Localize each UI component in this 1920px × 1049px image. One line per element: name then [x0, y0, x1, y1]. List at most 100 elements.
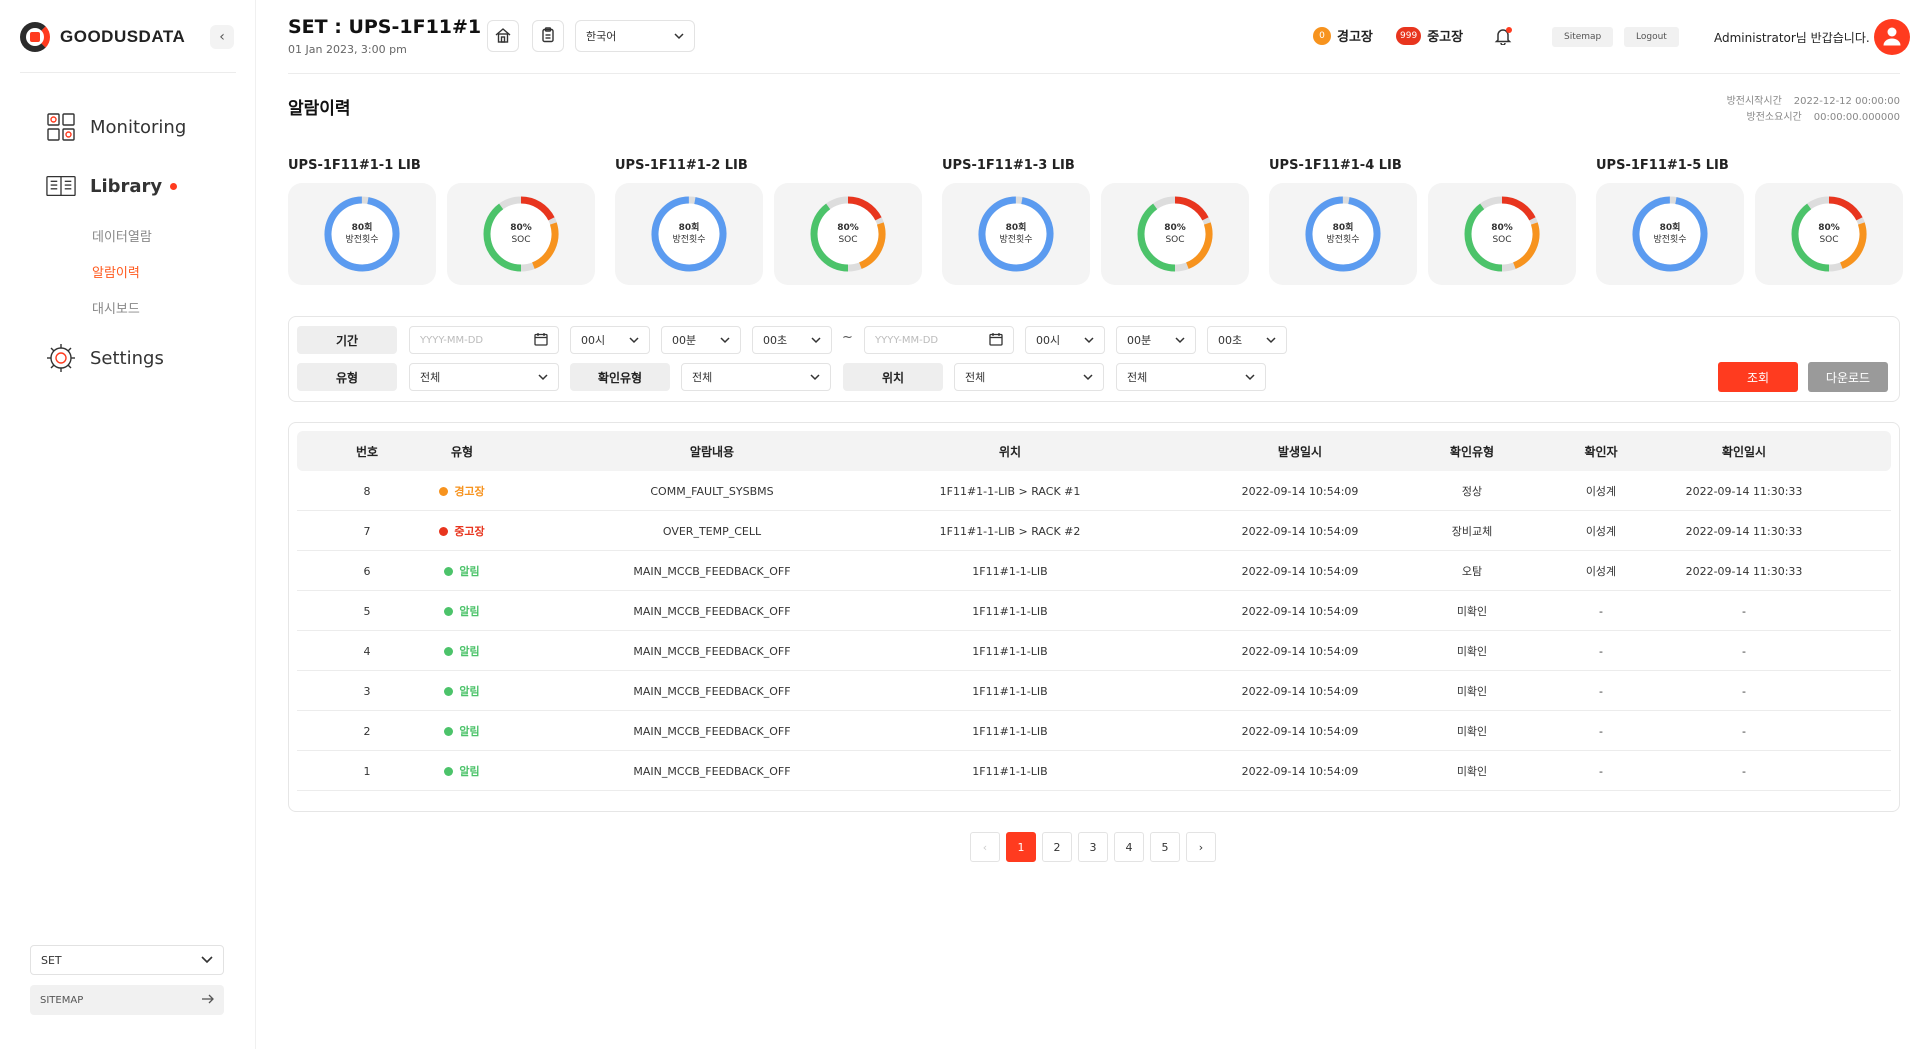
fault-badge[interactable]: 999 중고장	[1396, 26, 1463, 45]
cell-type: 알림	[342, 711, 582, 751]
sitemap-button[interactable]: Sitemap	[1552, 27, 1614, 47]
soc-card[interactable]: 80% SOC	[1101, 183, 1249, 285]
soc-card[interactable]: 80% SOC	[774, 183, 922, 285]
table-row[interactable]: 3 알림 MAIN_MCCB_FEEDBACK_OFF 1F11#1-1-LIB 202…	[297, 671, 1891, 711]
active-dot	[170, 182, 178, 190]
avatar[interactable]	[1874, 19, 1910, 55]
table-row[interactable]: 8 경고장 COMM_FAULT_SYSBMS 1F11#1-1-LIB > RACK…	[297, 471, 1891, 511]
sidebar-item-library[interactable]: Library	[46, 171, 178, 201]
discharge-count-card[interactable]: 80회 방전횟수	[1596, 183, 1744, 285]
location-label: 위치	[843, 363, 943, 391]
discharge-count-card[interactable]: 80회방전횟수	[942, 183, 1090, 285]
unit-title: UPS-1F11#1-5 LIB	[1596, 158, 1729, 173]
status-dot-icon	[444, 566, 454, 576]
end-second-select[interactable]: 00초	[1207, 326, 1287, 354]
location-select-1[interactable]: 전체	[954, 363, 1104, 391]
notification-button[interactable]	[1490, 24, 1516, 50]
column-header[interactable]: 유형	[362, 431, 562, 471]
soc-value: 80%	[510, 223, 532, 233]
column-header[interactable]: 위치	[910, 431, 1110, 471]
start-date-input[interactable]: YYYY-MM-DD	[409, 326, 559, 354]
sidebar-subitem-dashboard[interactable]: 대시보드	[92, 298, 140, 317]
download-button[interactable]: 다운로드	[1808, 362, 1888, 392]
page-button[interactable]: 5	[1150, 832, 1180, 862]
page-button[interactable]: 2	[1042, 832, 1072, 862]
end-hour-select[interactable]: 00시	[1025, 326, 1105, 354]
table-row[interactable]: 2 알림 MAIN_MCCB_FEEDBACK_OFF 1F11#1-1-LIB 202…	[297, 711, 1891, 751]
collapse-sidebar-button[interactable]: ‹	[210, 25, 234, 49]
soc-caption: SOC	[1165, 235, 1185, 245]
alarm-type-label: 알림	[459, 605, 480, 618]
clipboard-button[interactable]	[532, 20, 564, 52]
logout-button[interactable]: Logout	[1624, 27, 1679, 47]
alarm-type-label: 알림	[459, 565, 480, 578]
table-row[interactable]: 5 알림 MAIN_MCCB_FEEDBACK_OFF 1F11#1-1-LIB 202…	[297, 591, 1891, 631]
next-page-button[interactable]: ›	[1186, 832, 1216, 862]
logo[interactable]: GOODUSDATA	[20, 22, 185, 52]
type-select-value: 전체	[420, 371, 441, 384]
fault-count: 999	[1396, 26, 1422, 45]
start-minute-select[interactable]: 00분	[661, 326, 741, 354]
page-button[interactable]: 1	[1006, 832, 1036, 862]
soc-card[interactable]: 80% SOC	[1428, 183, 1576, 285]
discharge-count-caption: 방전횟수	[345, 235, 379, 245]
soc-label: 80% SOC	[1462, 222, 1542, 246]
sidebar-item-monitoring[interactable]: Monitoring	[46, 112, 186, 142]
discharge-count-card[interactable]: 80회 방전횟수	[1269, 183, 1417, 285]
sidebar-subitem-alarm-history[interactable]: 알람이력	[92, 262, 140, 281]
confirm-type-select[interactable]: 전체	[681, 363, 831, 391]
home-button[interactable]	[487, 20, 519, 52]
sidebar-item-label: Settings	[90, 347, 164, 369]
column-header[interactable]: 알람내용	[612, 431, 812, 471]
discharge-count-caption: 방전횟수	[999, 235, 1033, 245]
discharge-count-card[interactable]: 80회 방전횟수	[288, 183, 436, 285]
location-select-2[interactable]: 전체	[1116, 363, 1266, 391]
set-select[interactable]: SET	[30, 945, 224, 975]
cell-type: 알림	[342, 551, 582, 591]
confirm-type-label: 확인유형	[570, 363, 670, 391]
discharge-count-caption: 방전횟수	[1326, 235, 1360, 245]
sitemap-link[interactable]: SITEMAP	[30, 985, 224, 1015]
end-hour-value: 00시	[1036, 334, 1061, 347]
sidebar-item-settings[interactable]: Settings	[46, 343, 164, 373]
pagination: ‹ 1 2 3 4 5 ›	[970, 832, 1216, 862]
chevron-left-icon: ‹	[219, 29, 225, 45]
soc-label: 80% SOC	[1789, 222, 1869, 246]
table-row[interactable]: 7 중고장 OVER_TEMP_CELL 1F11#1-1-LIB > RACK #2…	[297, 511, 1891, 551]
cell-confirmed: 2022-09-14 11:30:33	[1685, 564, 1803, 578]
table-row[interactable]: 1 알림 MAIN_MCCB_FEEDBACK_OFF 1F11#1-1-LIB 202…	[297, 751, 1891, 791]
end-minute-select[interactable]: 00분	[1116, 326, 1196, 354]
header: SET : UPS-1F11#1 01 Jan 2023, 3:00 pm 한국…	[288, 0, 1910, 74]
table-row[interactable]: 4 알림 MAIN_MCCB_FEEDBACK_OFF 1F11#1-1-LIB 202…	[297, 631, 1891, 671]
user-greeting: Administrator님 반갑습니다.	[1714, 31, 1870, 45]
page-button[interactable]: 4	[1114, 832, 1144, 862]
library-icon	[46, 171, 76, 201]
location-select-1-value: 전체	[965, 371, 986, 384]
soc-caption: SOC	[838, 235, 858, 245]
soc-card[interactable]: 80% SOC	[447, 183, 595, 285]
type-select[interactable]: 전체	[409, 363, 559, 391]
start-second-value: 00초	[763, 334, 788, 347]
sidebar: GOODUSDATA ‹ Monitoring Library 데이터열람 알람…	[0, 0, 256, 1049]
soc-card[interactable]: 80% SOC	[1755, 183, 1903, 285]
discharge-time-info: 방전시작시간 2022-12-12 00:00:00 방전소요시간 00:00:00…	[1727, 94, 1900, 126]
warning-label: 경고장	[1337, 30, 1373, 45]
table-row[interactable]: 6 알림 MAIN_MCCB_FEEDBACK_OFF 1F11#1-1-LIB 202…	[297, 551, 1891, 591]
discharge-count-value: 80회	[1005, 223, 1027, 233]
sidebar-subitem-data-view[interactable]: 데이터열람	[92, 226, 152, 245]
cell-location: 1F11#1-1-LIB	[972, 764, 1048, 778]
start-hour-select[interactable]: 00시	[570, 326, 650, 354]
search-button[interactable]: 조회	[1718, 362, 1798, 392]
discharge-count-card[interactable]: 80회 방전횟수	[615, 183, 763, 285]
cell-confirmed: 2022-09-14 11:30:33	[1685, 524, 1803, 538]
warning-badge[interactable]: 0 경고장	[1313, 26, 1373, 45]
end-date-input[interactable]: YYYY-MM-DD	[864, 326, 1014, 354]
prev-page-button[interactable]: ‹	[970, 832, 1000, 862]
page-button[interactable]: 3	[1078, 832, 1108, 862]
column-header[interactable]: 발생일시	[1200, 431, 1400, 471]
language-select[interactable]: 한국어	[575, 20, 695, 52]
chevron-down-icon	[720, 334, 730, 347]
column-header[interactable]: 확인일시	[1644, 431, 1844, 471]
unit-title: UPS-1F11#1-4 LIB	[1269, 158, 1402, 173]
start-second-select[interactable]: 00초	[752, 326, 832, 354]
